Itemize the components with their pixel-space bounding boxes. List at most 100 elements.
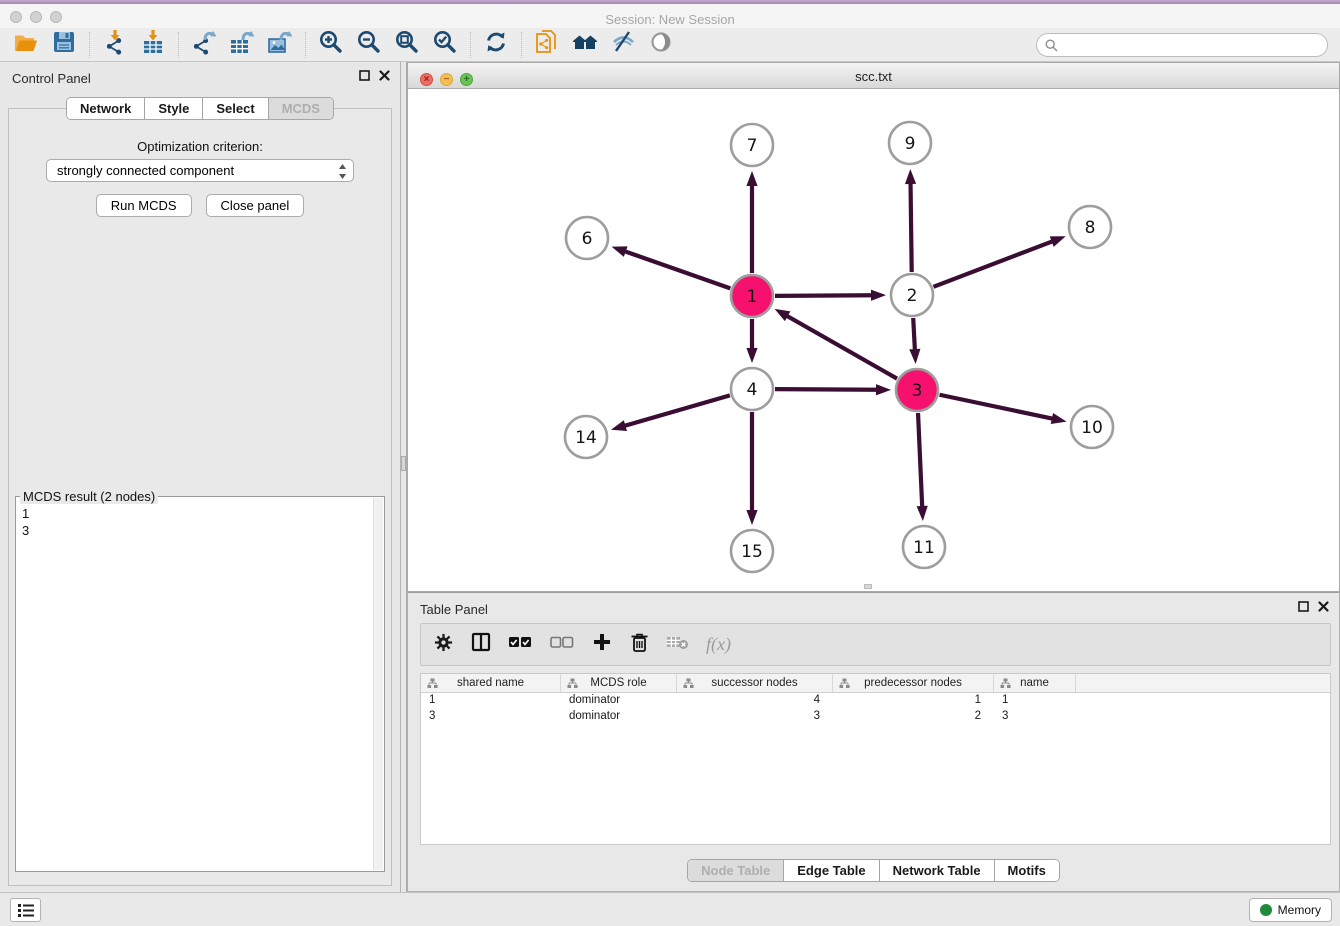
save-session-button[interactable] [48,30,80,60]
table-settings-button[interactable] [433,633,454,657]
column-header-MCDS-role[interactable]: MCDS role [561,674,677,692]
run-mcds-button[interactable]: Run MCDS [96,194,192,217]
edge-2-8[interactable] [933,241,1053,287]
graph-node-6[interactable]: 6 [566,217,608,259]
table-cell[interactable]: dominator [561,709,677,725]
select-all-rows-icon [508,633,533,656]
edge-3-11[interactable] [918,413,922,508]
horizontal-splitter-handle[interactable] [864,584,872,589]
hide-graphics-details-button[interactable] [607,30,639,60]
edge-4-3[interactable] [775,389,878,390]
column-header-predecessor-nodes[interactable]: predecessor nodes [833,674,994,692]
tab-style[interactable]: Style [145,98,203,119]
graph-node-15[interactable]: 15 [731,530,773,572]
search-icon [1045,39,1058,52]
table-cell[interactable]: 3 [677,709,833,725]
criterion-dropdown[interactable]: strongly connected component [46,159,354,182]
unselect-all-rows-button[interactable] [550,633,575,657]
graph-node-7[interactable]: 7 [731,124,773,166]
tab-network-table[interactable]: Network Table [880,860,995,881]
splitter-handle[interactable] [401,456,406,471]
show-columns-button[interactable] [471,633,491,657]
table-row[interactable]: 1dominator411 [421,693,1330,709]
table-cell[interactable]: 1 [421,693,561,709]
import-table-button[interactable] [137,30,169,60]
tab-node-table[interactable]: Node Table [688,860,784,881]
table-cell[interactable]: dominator [561,693,677,709]
close-table-panel-icon[interactable] [1318,601,1329,612]
table-toolbar: f(x) [420,623,1331,666]
search-field[interactable] [1036,33,1328,57]
table-tabs: Node TableEdge TableNetwork TableMotifs [408,859,1339,882]
tab-mcds[interactable]: MCDS [269,98,333,119]
network-canvas[interactable]: 7 9 6 8 1 2 4 3 14 10 15 11 [408,89,1339,591]
function-builder-button: f(x) [706,633,731,657]
open-session-button[interactable] [10,30,42,60]
tab-select[interactable]: Select [203,98,268,119]
edge-3-1[interactable] [786,315,897,378]
node-label: 2 [907,286,918,306]
memory-button[interactable]: Memory [1249,898,1332,922]
zoom-selected-button[interactable] [429,30,461,60]
column-header-shared-name[interactable]: shared name [421,674,561,692]
tab-network[interactable]: Network [67,98,145,119]
table-cell[interactable]: 2 [833,709,994,725]
refresh-layout-icon [483,29,509,60]
unselect-all-rows-icon [550,633,575,656]
graph-node-8[interactable]: 8 [1069,206,1111,248]
column-label: shared name [457,677,524,689]
tab-edge-table[interactable]: Edge Table [784,860,879,881]
table-body: 1dominator4113dominator323 [421,693,1330,725]
graph-node-10[interactable]: 10 [1071,406,1113,448]
export-image-button[interactable] [264,30,296,60]
edge-1-6[interactable] [624,251,731,288]
delete-row-button[interactable] [629,633,649,657]
show-graphics-details-button[interactable] [645,30,677,60]
function-builder-icon: f(x) [706,634,731,655]
search-input[interactable] [1063,38,1327,52]
result-scrollbar[interactable] [373,498,383,870]
import-network-button[interactable] [99,30,131,60]
zoom-in-button[interactable] [315,30,347,60]
tab-motifs[interactable]: Motifs [995,860,1059,881]
toolbar-separator [470,32,471,58]
refresh-layout-button[interactable] [480,30,512,60]
table-settings-icon [433,632,454,658]
zoom-out-button[interactable] [353,30,385,60]
zoom-fit-button[interactable] [391,30,423,60]
graph-node-3[interactable]: 3 [896,369,938,411]
edge-1-2[interactable] [775,295,873,296]
table-cell[interactable]: 4 [677,693,833,709]
float-table-panel-icon[interactable] [1298,601,1309,612]
edge-3-10[interactable] [940,395,1054,419]
table-cell[interactable]: 1 [833,693,994,709]
graph-node-4[interactable]: 4 [731,368,773,410]
memory-status-icon [1260,904,1272,916]
table-cell[interactable]: 3 [421,709,561,725]
edge-2-9[interactable] [911,182,912,272]
graph-node-9[interactable]: 9 [889,122,931,164]
table-row[interactable]: 3dominator323 [421,709,1330,725]
graph-node-11[interactable]: 11 [903,526,945,568]
task-history-button[interactable] [10,898,41,922]
close-panel-icon[interactable] [379,70,390,81]
float-panel-icon[interactable] [359,70,370,81]
column-label: MCDS role [590,677,646,689]
graph-node-14[interactable]: 14 [565,416,607,458]
graph-node-1[interactable]: 1 [731,275,773,317]
table-cell[interactable]: 3 [994,709,1076,725]
select-all-rows-button[interactable] [508,633,533,657]
add-row-button[interactable] [592,633,612,657]
graph-node-2[interactable]: 2 [891,274,933,316]
table-cell[interactable]: 1 [994,693,1076,709]
export-table-button[interactable] [226,30,258,60]
column-header-successor-nodes[interactable]: successor nodes [677,674,833,692]
edge-arrowhead [917,506,928,521]
edge-4-14[interactable] [623,395,729,426]
home-view-button[interactable] [569,30,601,60]
edge-2-3[interactable] [913,318,915,351]
column-header-name[interactable]: name [994,674,1076,692]
new-network-from-file-button[interactable] [531,30,563,60]
close-panel-button[interactable]: Close panel [206,194,305,217]
export-network-button[interactable] [188,30,220,60]
